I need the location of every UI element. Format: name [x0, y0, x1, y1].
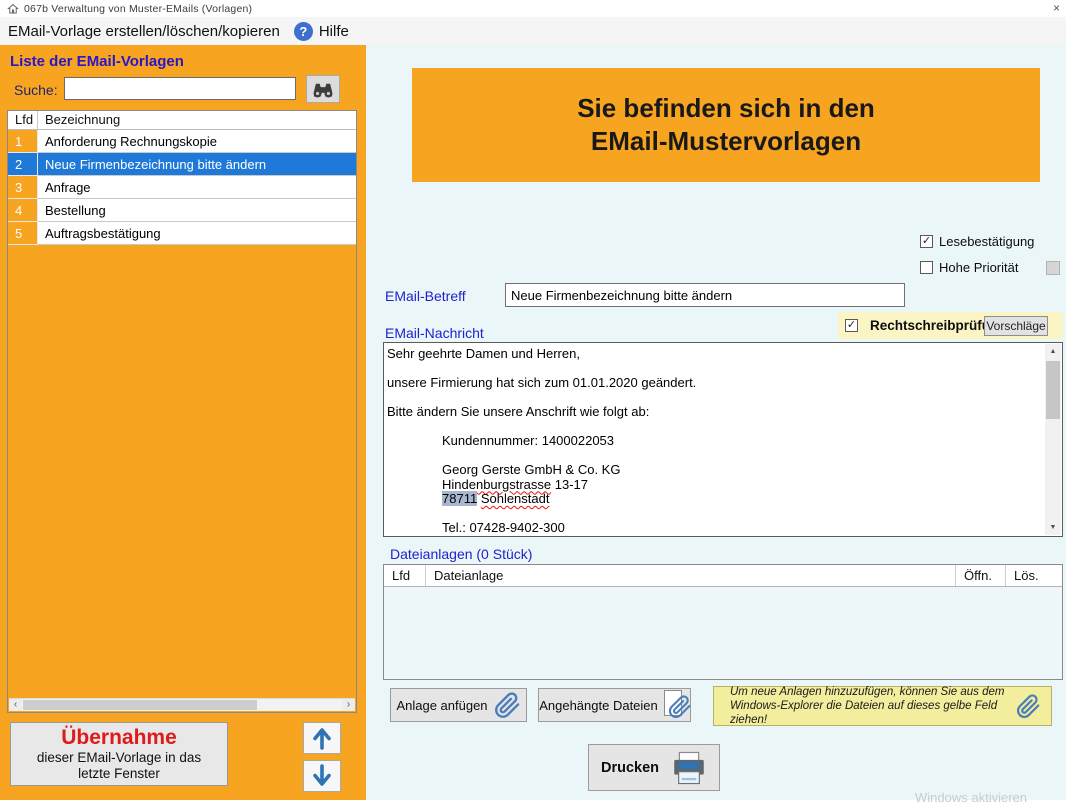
scroll-right-icon[interactable]: › — [342, 699, 355, 711]
message-body: Sehr geehrte Damen und Herren, unsere Fi… — [387, 347, 1042, 536]
paperclip-icon — [494, 692, 521, 719]
row-bezeichnung: Bestellung — [38, 199, 356, 222]
table-row[interactable]: 3Anfrage — [8, 176, 356, 199]
horizontal-scrollbar[interactable]: ‹ › — [9, 698, 355, 711]
betreff-input[interactable] — [505, 283, 905, 307]
table-row[interactable]: 5Auftragsbestätigung — [8, 222, 356, 245]
scroll-left-icon[interactable]: ‹ — [9, 699, 22, 711]
document-paperclip-icon — [664, 690, 690, 720]
drucken-button[interactable]: Drucken — [588, 744, 720, 791]
close-icon[interactable]: × — [1053, 1, 1060, 15]
vorschlaege-button[interactable]: Vorschläge — [984, 316, 1048, 336]
banner-line-2: EMail-Mustervorlagen — [591, 125, 861, 158]
row-bezeichnung: Neue Firmenbezeichnung bitte ändern — [38, 153, 356, 176]
attachments-table-header: Lfd Dateianlage Öffn. Lös. — [384, 565, 1062, 587]
home-icon — [7, 3, 19, 15]
spellcheck-checkbox[interactable]: ✓ — [845, 319, 858, 332]
table-row[interactable]: 4Bestellung — [8, 199, 356, 222]
angehaengte-dateien-button[interactable]: Angehängte Dateien — [538, 688, 691, 722]
search-input[interactable] — [64, 77, 296, 100]
arrow-down-icon — [310, 763, 334, 789]
anlage-anfuegen-label: Anlage anfügen — [396, 698, 487, 713]
checkbox-hohe-prioritaet[interactable]: Hohe Priorität — [920, 260, 1018, 275]
drag-drop-hint-box[interactable]: Um neue Anlagen hinzuzufügen, können Sie… — [713, 686, 1052, 726]
binoculars-icon — [311, 80, 335, 99]
spellcheck-strip: ✓ Rechtschreibprüfung Vorschläge — [838, 312, 1063, 339]
hohe-prioritaet-label: Hohe Priorität — [939, 260, 1018, 275]
window-title: 067b Verwaltung von Muster-EMails (Vorla… — [24, 3, 252, 15]
location-banner: Sie befinden sich in den EMail-Mustervor… — [412, 68, 1040, 182]
table-row[interactable]: 2Neue Firmenbezeichnung bitte ändern — [8, 153, 356, 176]
template-table: Lfd Bezeichnung 1Anforderung Rechnungsko… — [7, 110, 357, 713]
row-lfd: 2 — [8, 153, 38, 176]
angehaengte-dateien-label: Angehängte Dateien — [539, 698, 658, 713]
hint-line-2: Windows-Explorer die Dateien auf dieses … — [730, 700, 997, 726]
toolbar: EMail-Vorlage erstellen/löschen/kopieren… — [0, 17, 1066, 45]
scroll-up-icon[interactable]: ▲ — [1045, 344, 1061, 359]
main-area: Sie befinden sich in den EMail-Mustervor… — [366, 45, 1066, 800]
row-lfd: 4 — [8, 199, 38, 222]
windows-activation-watermark: Windows aktivieren — [915, 790, 1027, 805]
drucken-label: Drucken — [601, 760, 659, 776]
vertical-scrollbar[interactable]: ▲ ▼ — [1045, 344, 1061, 535]
attach-column-oeffnen: Öffn. — [956, 565, 1006, 586]
betreff-label: EMail-Betreff — [385, 288, 466, 304]
sidebar: Liste der EMail-Vorlagen Suche: Lfd Beze… — [0, 45, 366, 800]
uebernahme-button[interactable]: Übernahme dieser EMail-Vorlage in das le… — [10, 722, 228, 786]
scrollbar-thumb[interactable] — [23, 700, 257, 710]
checkbox-lesebestaetigung[interactable]: ✓ Lesebestätigung — [920, 234, 1034, 249]
move-up-button[interactable] — [303, 722, 341, 754]
attach-column-loeschen: Lös. — [1006, 565, 1062, 586]
hint-line-1: Um neue Anlagen hinzuzufügen, können Sie… — [730, 686, 1004, 698]
search-label: Suche: — [14, 82, 58, 98]
help-icon[interactable]: ? — [294, 22, 313, 41]
uebernahme-title: Übernahme — [11, 726, 227, 750]
printer-icon — [671, 751, 707, 785]
sidebar-title: Liste der EMail-Vorlagen — [10, 53, 184, 70]
row-bezeichnung: Anfrage — [38, 176, 356, 199]
attachments-table: Lfd Dateianlage Öffn. Lös. — [383, 564, 1063, 680]
template-table-header: Lfd Bezeichnung — [8, 111, 356, 130]
resize-grip-square — [1046, 261, 1060, 275]
attach-column-dateianlage: Dateianlage — [426, 565, 956, 586]
uebernahme-subtitle-2: letzte Fenster — [11, 766, 227, 782]
table-row[interactable]: 1Anforderung Rechnungskopie — [8, 130, 356, 153]
scroll-down-icon[interactable]: ▼ — [1045, 520, 1061, 535]
column-header-lfd: Lfd — [8, 111, 38, 129]
menu-create-delete-copy[interactable]: EMail-Vorlage erstellen/löschen/kopieren — [8, 23, 280, 40]
search-button[interactable] — [306, 75, 340, 103]
column-header-bezeichnung: Bezeichnung — [38, 111, 356, 129]
message-textarea[interactable]: Sehr geehrte Damen und Herren, unsere Fi… — [383, 342, 1063, 537]
dateianlagen-label: Dateianlagen (0 Stück) — [390, 546, 532, 562]
help-label: Hilfe — [319, 23, 349, 40]
scrollbar-thumb-vertical[interactable] — [1046, 361, 1060, 419]
uebernahme-subtitle-1: dieser EMail-Vorlage in das — [11, 750, 227, 766]
arrow-up-icon — [310, 725, 334, 751]
paperclip-icon — [1016, 694, 1041, 719]
attach-column-lfd: Lfd — [384, 565, 426, 586]
title-bar: 067b Verwaltung von Muster-EMails (Vorla… — [0, 0, 1066, 17]
row-lfd: 1 — [8, 130, 38, 153]
template-table-body: 1Anforderung Rechnungskopie2Neue Firmenb… — [8, 130, 356, 245]
row-lfd: 3 — [8, 176, 38, 199]
anlage-anfuegen-button[interactable]: Anlage anfügen — [390, 688, 527, 722]
banner-line-1: Sie befinden sich in den — [577, 92, 875, 125]
help-button[interactable]: ? Hilfe — [294, 22, 349, 41]
row-bezeichnung: Anforderung Rechnungskopie — [38, 130, 356, 153]
hohe-prioritaet-checkbox[interactable] — [920, 261, 933, 274]
nachricht-label: EMail-Nachricht — [385, 325, 484, 341]
lesebestaetigung-checkbox[interactable]: ✓ — [920, 235, 933, 248]
lesebestaetigung-label: Lesebestätigung — [939, 234, 1034, 249]
row-lfd: 5 — [8, 222, 38, 245]
move-down-button[interactable] — [303, 760, 341, 792]
row-bezeichnung: Auftragsbestätigung — [38, 222, 356, 245]
